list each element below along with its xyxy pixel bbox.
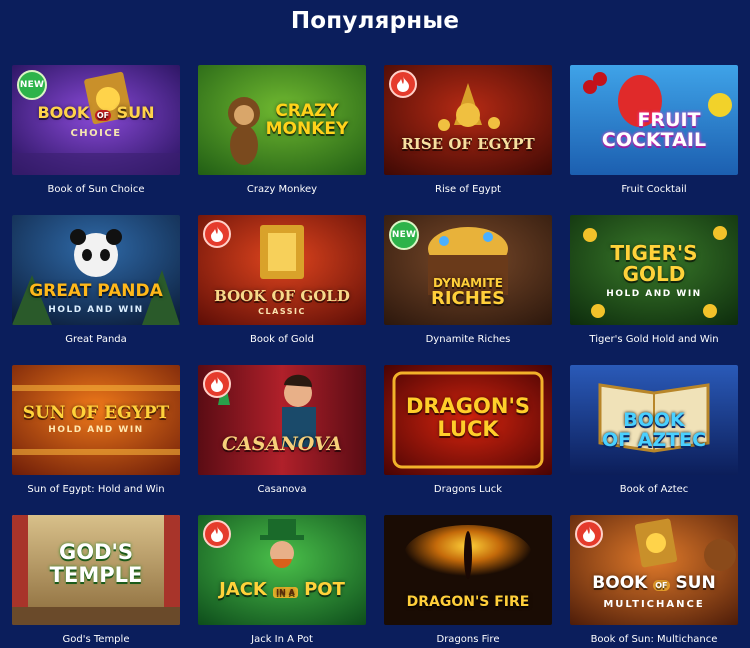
game-title[interactable]: Dragons Fire <box>384 634 552 645</box>
game-title[interactable]: Book of Gold <box>198 334 366 345</box>
logo-word: CASANOVA <box>222 433 342 455</box>
hot-badge <box>203 520 231 548</box>
hot-badge <box>203 220 231 248</box>
game-card-book-of-sun-choice[interactable]: BOOK OF SUN CHOICE NEW Book of Sun Choic… <box>12 65 180 215</box>
game-thumbnail[interactable]: RISE OF EGYPT <box>384 65 552 175</box>
logo-subtitle: MULTICHANCE <box>603 599 705 610</box>
game-card-casanova[interactable]: CASANOVA Casanova <box>198 365 366 515</box>
game-card-crazy-monkey[interactable]: CRAZY MONKEY Crazy Monkey <box>198 65 366 215</box>
logo-word: TEMPLE <box>49 563 143 588</box>
game-card-book-of-gold[interactable]: BOOK OF GOLD CLASSIC Book of Gold <box>198 215 366 365</box>
logo-word: MONKEY <box>265 118 349 139</box>
logo-word: GOLD <box>622 262 686 286</box>
game-title[interactable]: Jack In A Pot <box>198 634 366 645</box>
logo-word: GOD'S <box>58 540 134 564</box>
game-card-book-of-aztec[interactable]: BOOK OF AZTEC Book of Aztec <box>570 365 738 515</box>
logo-word: DRAGON'S FIRE <box>406 594 530 610</box>
game-thumbnail[interactable]: GREAT PANDA HOLD AND WIN <box>12 215 180 325</box>
logo-word: JACK <box>219 579 267 600</box>
page-title: Популярные <box>290 8 460 34</box>
game-title[interactable]: Dynamite Riches <box>384 334 552 345</box>
game-title[interactable]: Crazy Monkey <box>198 184 366 195</box>
game-card-jack-in-a-pot[interactable]: JACK IN A POT Jack In A Pot <box>198 515 366 648</box>
game-card-dragons-fire[interactable]: DRAGON'S FIRE Dragons Fire <box>384 515 552 648</box>
game-thumbnail[interactable]: BOOK OF SUN MULTICHANCE <box>570 515 738 625</box>
game-card-sun-of-egypt[interactable]: SUN OF EGYPT HOLD AND WIN Sun of Egypt: … <box>12 365 180 515</box>
flame-icon <box>211 376 223 392</box>
flame-icon <box>211 226 223 242</box>
flame-icon <box>583 526 595 542</box>
game-title[interactable]: Book of Aztec <box>570 484 738 495</box>
flame-icon <box>397 76 409 92</box>
game-title[interactable]: Tiger's Gold Hold and Win <box>570 334 738 345</box>
game-title[interactable]: Sun of Egypt: Hold and Win <box>12 484 180 495</box>
logo-word: SUN <box>675 573 716 593</box>
hot-badge <box>389 70 417 98</box>
game-thumbnail[interactable]: BOOK OF GOLD CLASSIC <box>198 215 366 325</box>
game-thumbnail[interactable]: DRAGON'S LUCK <box>384 365 552 475</box>
game-card-gods-temple[interactable]: GOD'S TEMPLE God's Temple <box>12 515 180 648</box>
game-title[interactable]: Fruit Cocktail <box>570 184 738 195</box>
new-badge: NEW <box>389 220 419 250</box>
game-thumbnail[interactable]: SUN OF EGYPT HOLD AND WIN <box>12 365 180 475</box>
game-thumbnail[interactable]: FRUIT COCKTAIL <box>570 65 738 175</box>
logo-word: RICHES <box>430 287 506 309</box>
game-card-book-of-sun-multichance[interactable]: BOOK OF SUN MULTICHANCE Book of Sun: Mul… <box>570 515 738 648</box>
logo-word: BOOK <box>592 573 648 593</box>
game-thumbnail[interactable]: TIGER'S GOLD HOLD AND WIN <box>570 215 738 325</box>
logo-word: SUN OF EGYPT <box>22 403 170 423</box>
hot-badge <box>203 370 231 398</box>
logo-word: IN A <box>273 587 298 598</box>
flame-icon <box>211 526 223 542</box>
game-thumbnail[interactable]: CRAZY MONKEY <box>198 65 366 175</box>
game-card-dynamite-riches[interactable]: DYNAMITE RICHES NEW Dynamite Riches <box>384 215 552 365</box>
logo-word: SUN <box>116 103 155 122</box>
logo-word: TIGER'S <box>610 241 698 265</box>
logo-word: BOOK <box>37 103 90 122</box>
logo-word: OF <box>653 580 670 591</box>
game-thumbnail[interactable]: BOOK OF SUN CHOICE NEW <box>12 65 180 175</box>
logo-subtitle: HOLD AND WIN <box>48 425 144 435</box>
logo-word: RISE OF EGYPT <box>401 135 535 153</box>
games-grid: BOOK OF SUN CHOICE NEW Book of Sun Choic… <box>12 65 742 648</box>
hot-badge <box>575 520 603 548</box>
logo-subtitle: HOLD AND WIN <box>606 289 702 299</box>
game-thumbnail[interactable]: BOOK OF AZTEC <box>570 365 738 475</box>
game-card-rise-of-egypt[interactable]: RISE OF EGYPT Rise of Egypt <box>384 65 552 215</box>
game-title[interactable]: Casanova <box>198 484 366 495</box>
logo-subtitle: CHOICE <box>70 128 122 139</box>
logo-word: DRAGON'S <box>405 394 531 418</box>
new-badge: NEW <box>17 70 47 100</box>
logo-word: BOOK OF GOLD <box>214 287 350 305</box>
game-thumbnail[interactable]: JACK IN A POT <box>198 515 366 625</box>
logo-word: COCKTAIL <box>601 128 707 151</box>
game-card-fruit-cocktail[interactable]: FRUIT COCKTAIL Fruit Cocktail <box>570 65 738 215</box>
game-title[interactable]: Book of Sun: Multichance <box>570 634 738 645</box>
game-title[interactable]: Dragons Luck <box>384 484 552 495</box>
game-title[interactable]: Great Panda <box>12 334 180 345</box>
game-card-dragons-luck[interactable]: DRAGON'S LUCK Dragons Luck <box>384 365 552 515</box>
logo-subtitle: CLASSIC <box>258 307 306 316</box>
game-thumbnail[interactable]: DYNAMITE RICHES NEW <box>384 215 552 325</box>
game-title[interactable]: God's Temple <box>12 634 180 645</box>
game-card-great-panda[interactable]: GREAT PANDA HOLD AND WIN Great Panda <box>12 215 180 365</box>
game-card-tigers-gold[interactable]: TIGER'S GOLD HOLD AND WIN Tiger's Gold H… <box>570 215 738 365</box>
logo-word: BOOK <box>623 409 685 431</box>
game-thumbnail[interactable]: CASANOVA <box>198 365 366 475</box>
logo-word: GREAT PANDA <box>29 281 163 301</box>
logo-word: OF AZTEC <box>601 428 707 451</box>
logo-word: LUCK <box>437 417 499 442</box>
game-title[interactable]: Rise of Egypt <box>384 184 552 195</box>
logo-word: POT <box>304 579 345 600</box>
game-thumbnail[interactable]: DRAGON'S FIRE <box>384 515 552 625</box>
game-thumbnail[interactable]: GOD'S TEMPLE <box>12 515 180 625</box>
game-title[interactable]: Book of Sun Choice <box>12 184 180 195</box>
logo-word: FRUIT <box>637 109 701 131</box>
logo-subtitle: HOLD AND WIN <box>48 305 144 315</box>
logo-word: OF <box>94 110 112 121</box>
